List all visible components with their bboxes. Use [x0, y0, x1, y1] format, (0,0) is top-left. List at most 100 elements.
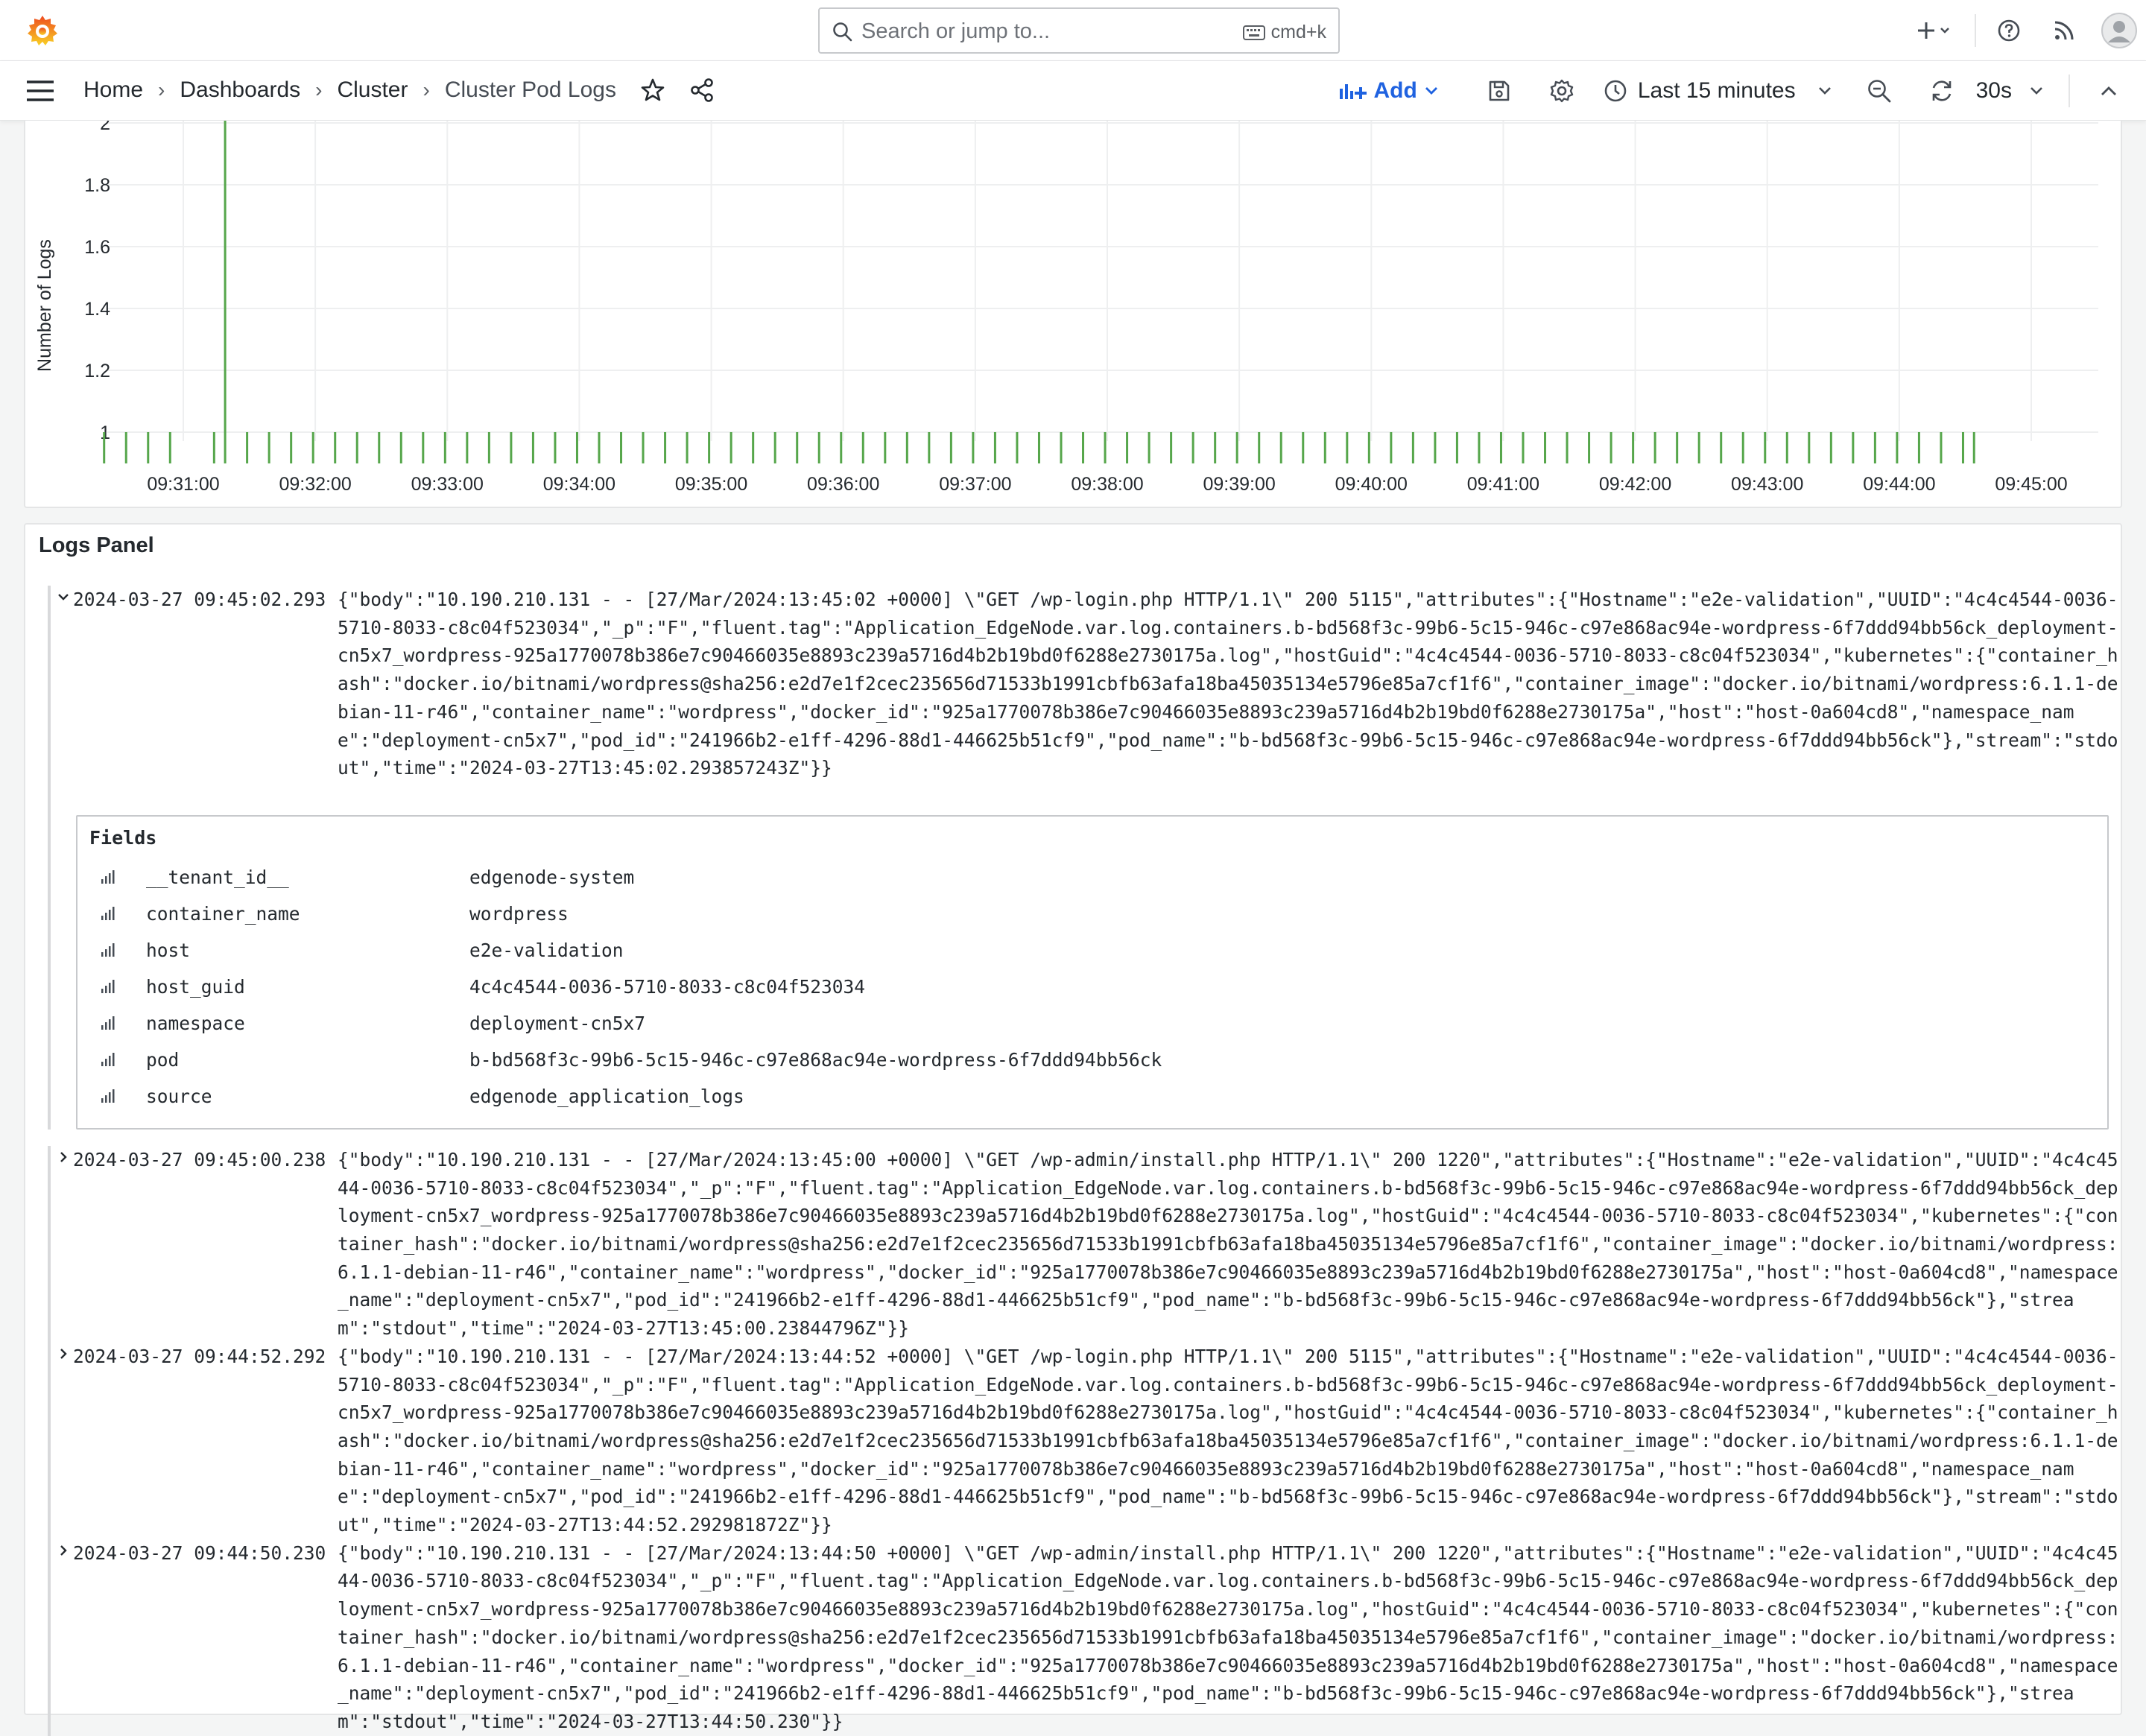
- bar: [510, 432, 512, 463]
- field-row: container_name wordpress: [89, 896, 2095, 932]
- search-input[interactable]: Search or jump to... cmd+k: [818, 7, 1340, 54]
- refresh-interval-label: 30s: [1976, 78, 2012, 104]
- bar: [1126, 432, 1128, 463]
- x-tick-label: 09:34:00: [543, 474, 615, 495]
- log-row[interactable]: 2024-03-27 09:45:02.293 {"body":"10.190.…: [48, 586, 2119, 1130]
- field-value: edgenode_application_logs: [469, 1086, 744, 1107]
- stats-icon[interactable]: [89, 942, 122, 958]
- bar: [620, 432, 622, 463]
- bar: [290, 432, 292, 463]
- bar: [1280, 432, 1282, 463]
- breadcrumb-dashboards[interactable]: Dashboards: [180, 77, 300, 103]
- bar: [1060, 432, 1063, 463]
- stats-icon[interactable]: [89, 1051, 122, 1068]
- stats-icon[interactable]: [89, 1088, 122, 1104]
- settings-button[interactable]: [1539, 69, 1584, 113]
- menu-icon[interactable]: [25, 77, 55, 104]
- y-tick-label: 2: [100, 121, 110, 134]
- new-menu-button[interactable]: [1905, 8, 1964, 53]
- bar: [1192, 432, 1194, 463]
- dashboard-nav-bar: Home › Dashboards › Cluster › Cluster Po…: [0, 61, 2146, 121]
- x-tick-label: 09:40:00: [1335, 474, 1408, 495]
- log-row[interactable]: 2024-03-27 09:44:52.292 {"body":"10.190.…: [48, 1343, 2119, 1539]
- x-tick-label: 09:45:00: [1995, 474, 2067, 495]
- breadcrumb-current: Cluster Pod Logs: [445, 77, 616, 103]
- refresh-button[interactable]: [1919, 69, 1964, 113]
- bar: [818, 432, 820, 463]
- bar: [1698, 432, 1700, 463]
- gear-icon: [1549, 78, 1574, 104]
- stats-icon[interactable]: [89, 905, 122, 922]
- top-bar: Search or jump to... cmd+k: [0, 0, 2146, 61]
- chevron-down-icon: [1818, 86, 1832, 96]
- fields-heading: Fields: [89, 827, 2095, 849]
- rss-icon: [2053, 19, 2075, 42]
- time-range-picker[interactable]: Last 15 minutes: [1604, 78, 1832, 104]
- bar: [730, 432, 732, 463]
- bar: [598, 432, 601, 463]
- dashboard-controls: Add Last 15 minutes 30s: [1338, 61, 2146, 121]
- field-key: source: [122, 1086, 469, 1107]
- news-button[interactable]: [2042, 8, 2086, 53]
- help-button[interactable]: [1987, 8, 2031, 53]
- bar: [1456, 432, 1458, 463]
- bar: [400, 432, 402, 463]
- bar: [1566, 432, 1569, 463]
- bar: [1940, 432, 1942, 463]
- grafana-logo-icon[interactable]: [25, 13, 60, 48]
- bar: [1896, 432, 1898, 463]
- add-button[interactable]: Add: [1338, 78, 1438, 104]
- log-rows: 2024-03-27 09:45:02.293 {"body":"10.190.…: [48, 586, 2119, 1736]
- star-button[interactable]: [639, 76, 667, 104]
- collapse-button[interactable]: [2086, 69, 2131, 113]
- bar: [246, 432, 248, 463]
- stats-icon[interactable]: [89, 869, 122, 885]
- search-placeholder: Search or jump to...: [861, 19, 1050, 44]
- divider: [1975, 14, 1976, 47]
- chevron-right-icon[interactable]: [55, 1346, 72, 1362]
- bar: [862, 432, 864, 463]
- bar: [1973, 432, 1975, 463]
- bar: [642, 432, 645, 463]
- zoom-out-button[interactable]: [1857, 69, 1902, 113]
- bar: [1544, 432, 1546, 463]
- bar: [422, 432, 424, 463]
- chevron-right-icon[interactable]: [55, 1542, 72, 1559]
- stats-icon[interactable]: [89, 978, 122, 995]
- refresh-interval-picker[interactable]: 30s: [1976, 78, 2043, 104]
- bar: [334, 432, 336, 463]
- field-key: namespace: [122, 1013, 469, 1034]
- breadcrumb-cluster[interactable]: Cluster: [337, 77, 408, 103]
- field-key: host_guid: [122, 976, 469, 998]
- star-icon: [640, 77, 665, 103]
- bar: [125, 432, 127, 463]
- bar: [1632, 432, 1634, 463]
- bar: [147, 432, 149, 463]
- bar: [1500, 432, 1502, 463]
- bar: [1324, 432, 1326, 463]
- bar: [1346, 432, 1348, 463]
- bar: [1214, 432, 1216, 463]
- breadcrumb-home[interactable]: Home: [83, 77, 143, 103]
- profile-button[interactable]: [2097, 8, 2142, 53]
- stats-icon[interactable]: [89, 1015, 122, 1031]
- bar: [1962, 432, 1964, 463]
- search-shortcut: cmd+k: [1243, 22, 1326, 43]
- log-row[interactable]: 2024-03-27 09:44:50.230 {"body":"10.190.…: [48, 1539, 2119, 1736]
- bar: [1170, 432, 1172, 463]
- bar: [1148, 432, 1150, 463]
- topbar-actions: [1905, 0, 2146, 61]
- log-row[interactable]: 2024-03-27 09:45:00.238 {"body":"10.190.…: [48, 1146, 2119, 1343]
- x-tick-label: 09:42:00: [1599, 474, 1671, 495]
- y-axis-label: Number of Logs: [34, 239, 55, 372]
- save-dashboard-button[interactable]: [1477, 69, 1522, 113]
- chevron-right-icon[interactable]: [55, 1149, 72, 1165]
- bar: [488, 432, 490, 463]
- time-range-label: Last 15 minutes: [1638, 78, 1796, 104]
- field-value: wordpress: [469, 903, 569, 925]
- chevron-down-icon[interactable]: [55, 589, 72, 605]
- x-tick-label: 09:33:00: [411, 474, 484, 495]
- field-key: pod: [122, 1049, 469, 1071]
- share-button[interactable]: [688, 76, 716, 104]
- log-message: {"body":"10.190.210.131 - - [27/Mar/2024…: [338, 586, 2119, 782]
